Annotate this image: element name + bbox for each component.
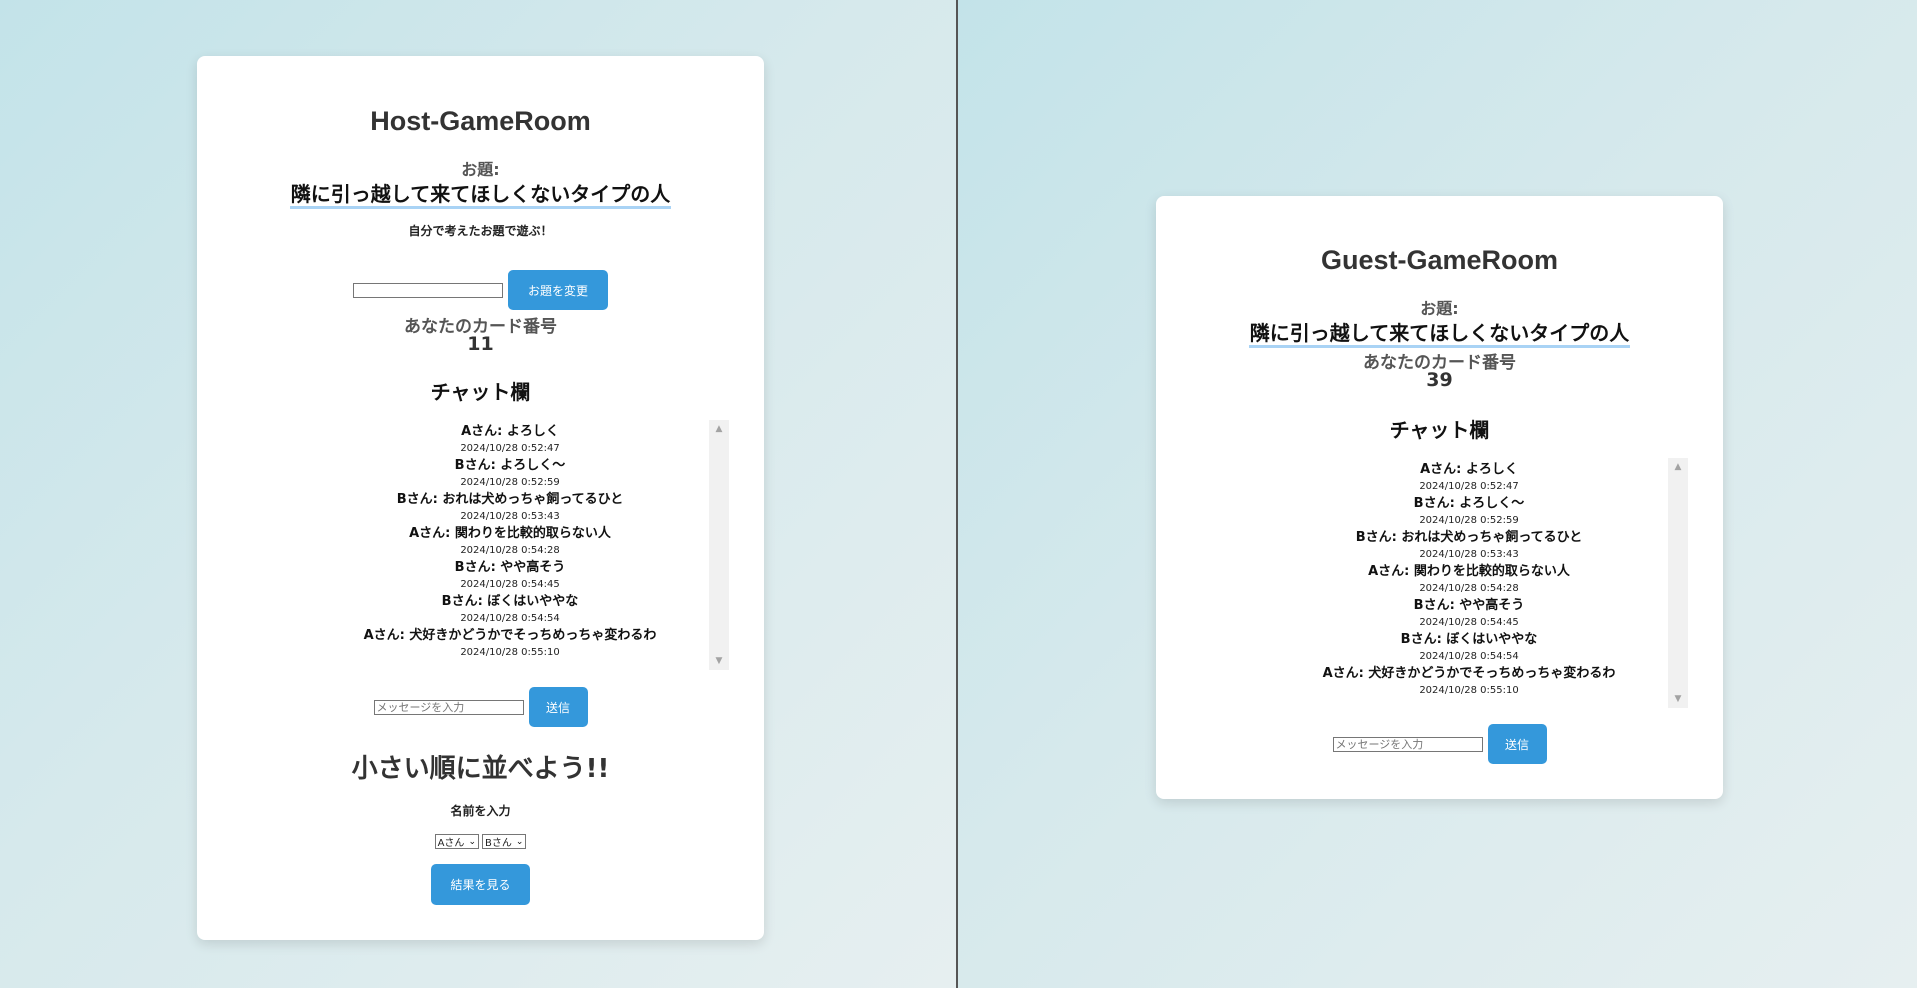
order-select-1[interactable]: Aさん ⌄ [434, 834, 479, 849]
chat-message-text: Bさん: おれは犬めっちゃ飼ってるひと [1355, 530, 1583, 545]
chat-message: Bさん: よろしく〜 2024/10/28 0:52:59 [311, 457, 709, 491]
own-topic-note: 自分で考えたお題で遊ぶ！ [408, 224, 553, 238]
chat-message: Bさん: よろしく〜 2024/10/28 0:52:59 [1270, 495, 1668, 529]
guest-card: Guest-GameRoom お題: 隣に引っ越して来てほしくないタイプの人 あ… [1156, 196, 1723, 799]
chat-message: Aさん: 犬好きかどうかでそっちめっちゃ変わるわ 2024/10/28 0:55:… [311, 627, 709, 661]
guest-chat-box[interactable]: Aさん: よろしく 2024/10/28 0:52:47 Bさん: よろしく〜 202… [1270, 458, 1688, 708]
host-card-number: 11 [467, 333, 494, 355]
chat-message-timestamp: 2024/10/28 0:52:47 [1419, 481, 1519, 492]
host-card: Host-GameRoom お題: 隣に引っ越して来てほしくないタイプの人 自分… [197, 56, 764, 940]
host-chat-box[interactable]: Aさん: よろしく 2024/10/28 0:52:47 Bさん: よろしく〜 202… [311, 420, 729, 670]
topic-change-form: お題を変更 [197, 270, 764, 310]
guest-send-button[interactable]: 送信 [1487, 724, 1547, 764]
chat-message: Aさん: 関わりを比較的取らない人 2024/10/28 0:54:28 [311, 525, 709, 559]
chevron-down-icon: ⌄ [515, 836, 524, 847]
host-message-input[interactable] [373, 699, 524, 715]
chat-message-text: Bさん: ぼくはいややな [1400, 632, 1538, 647]
chat-message-timestamp: 2024/10/28 0:54:54 [1419, 651, 1519, 662]
host-topic-text: 隣に引っ越して来てほしくないタイプの人 [289, 182, 672, 209]
chat-message-text: Aさん: 関わりを比較的取らない人 [1368, 564, 1570, 579]
host-chat-scrollbar[interactable]: ▲ ▼ [709, 420, 729, 670]
guest-chat-title: チャット欄 [1389, 418, 1490, 442]
chat-message-timestamp: 2024/10/28 0:55:10 [1419, 685, 1519, 696]
chat-message-timestamp: 2024/10/28 0:55:10 [460, 647, 560, 658]
chevron-down-icon: ⌄ [468, 836, 476, 847]
host-send-form: 送信 [197, 687, 764, 727]
chat-message: Bさん: おれは犬めっちゃ飼ってるひと 2024/10/28 0:53:43 [1270, 529, 1668, 563]
chat-message: Aさん: 犬好きかどうかでそっちめっちゃ変わるわ 2024/10/28 0:55:… [1270, 665, 1668, 699]
chat-message-text: Bさん: よろしく〜 [1413, 496, 1525, 511]
chat-message-text: Aさん: よろしく [1420, 462, 1518, 477]
chat-message-text: Bさん: やや高そう [454, 560, 566, 575]
guest-card-number: 39 [1426, 369, 1453, 391]
guest-room-title: Guest-GameRoom [1320, 245, 1559, 275]
host-room-title: Host-GameRoom [370, 106, 591, 136]
scroll-up-arrow-icon[interactable]: ▲ [709, 420, 729, 438]
chat-message-timestamp: 2024/10/28 0:54:28 [1419, 583, 1519, 594]
chat-message: Bさん: ぼくはいややな 2024/10/28 0:54:54 [311, 593, 709, 627]
chat-message-timestamp: 2024/10/28 0:53:43 [460, 511, 560, 522]
chat-message: Aさん: 関わりを比較的取らない人 2024/10/28 0:54:28 [1270, 563, 1668, 597]
chat-message-timestamp: 2024/10/28 0:53:43 [1419, 549, 1519, 560]
host-chat-messages: Aさん: よろしく 2024/10/28 0:52:47 Bさん: よろしく〜 202… [311, 423, 709, 661]
chat-message-text: Aさん: 犬好きかどうかでそっちめっちゃ変わるわ [363, 628, 657, 643]
guest-chat-scrollbar[interactable]: ▲ ▼ [1668, 458, 1688, 708]
chat-message-text: Bさん: よろしく〜 [454, 458, 566, 473]
scroll-down-arrow-icon[interactable]: ▼ [1668, 690, 1688, 708]
chat-message: Bさん: やや高そう 2024/10/28 0:54:45 [311, 559, 709, 593]
chat-message-text: Bさん: やや高そう [1413, 598, 1525, 613]
chat-message-text: Aさん: よろしく [461, 424, 559, 439]
host-chat-title: チャット欄 [430, 380, 531, 404]
host-topic: 隣に引っ越して来てほしくないタイプの人 [197, 178, 764, 209]
chat-message-timestamp: 2024/10/28 0:54:54 [460, 613, 560, 624]
chat-message-timestamp: 2024/10/28 0:52:47 [460, 443, 560, 454]
chat-message-timestamp: 2024/10/28 0:54:45 [1419, 617, 1519, 628]
order-select-2[interactable]: Bさん ⌄ [481, 834, 527, 849]
guest-window: Guest-GameRoom お題: 隣に引っ越して来てほしくないタイプの人 あ… [958, 0, 1917, 988]
topic-input[interactable] [353, 282, 503, 298]
view-result-button[interactable]: 結果を見る [431, 864, 530, 905]
chat-message-timestamp: 2024/10/28 0:54:28 [460, 545, 560, 556]
chat-message-text: Bさん: おれは犬めっちゃ飼ってるひと [396, 492, 624, 507]
chat-message-text: Aさん: 関わりを比較的取らない人 [409, 526, 611, 541]
chat-message-timestamp: 2024/10/28 0:52:59 [460, 477, 560, 488]
chat-message: Bさん: おれは犬めっちゃ飼ってるひと 2024/10/28 0:53:43 [311, 491, 709, 525]
guest-chat-messages: Aさん: よろしく 2024/10/28 0:52:47 Bさん: よろしく〜 202… [1270, 461, 1668, 699]
sort-title: 小さい順に並べよう!! [351, 754, 610, 784]
host-send-button[interactable]: 送信 [528, 687, 588, 727]
scroll-up-arrow-icon[interactable]: ▲ [1668, 458, 1688, 476]
chat-message-timestamp: 2024/10/28 0:52:59 [1419, 515, 1519, 526]
guest-topic-label: お題: [1420, 299, 1459, 318]
order-select-1-value: Aさん [437, 838, 465, 849]
scroll-down-arrow-icon[interactable]: ▼ [709, 652, 729, 670]
chat-message: Bさん: やや高そう 2024/10/28 0:54:45 [1270, 597, 1668, 631]
order-selects: Aさん ⌄ Bさん ⌄ [197, 834, 764, 849]
chat-message-text: Bさん: ぼくはいややな [441, 594, 579, 609]
host-topic-label: お題: [461, 160, 500, 179]
chat-message: Bさん: ぼくはいややな 2024/10/28 0:54:54 [1270, 631, 1668, 665]
chat-message-timestamp: 2024/10/28 0:54:45 [460, 579, 560, 590]
chat-message-text: Aさん: 犬好きかどうかでそっちめっちゃ変わるわ [1322, 666, 1616, 681]
chat-message: Aさん: よろしく 2024/10/28 0:52:47 [1270, 461, 1668, 495]
order-select-2-value: Bさん [484, 838, 512, 849]
guest-message-input[interactable] [1332, 736, 1483, 752]
guest-send-form: 送信 [1156, 724, 1723, 764]
guest-topic-text: 隣に引っ越して来てほしくないタイプの人 [1248, 321, 1631, 348]
host-window: Host-GameRoom お題: 隣に引っ越して来てほしくないタイプの人 自分… [0, 0, 958, 988]
guest-topic: 隣に引っ越して来てほしくないタイプの人 [1156, 317, 1723, 348]
chat-message: Aさん: よろしく 2024/10/28 0:52:47 [311, 423, 709, 457]
change-topic-button[interactable]: お題を変更 [508, 270, 608, 310]
name-input-label: 名前を入力 [450, 804, 511, 818]
result-button-wrap: 結果を見る [197, 864, 764, 905]
